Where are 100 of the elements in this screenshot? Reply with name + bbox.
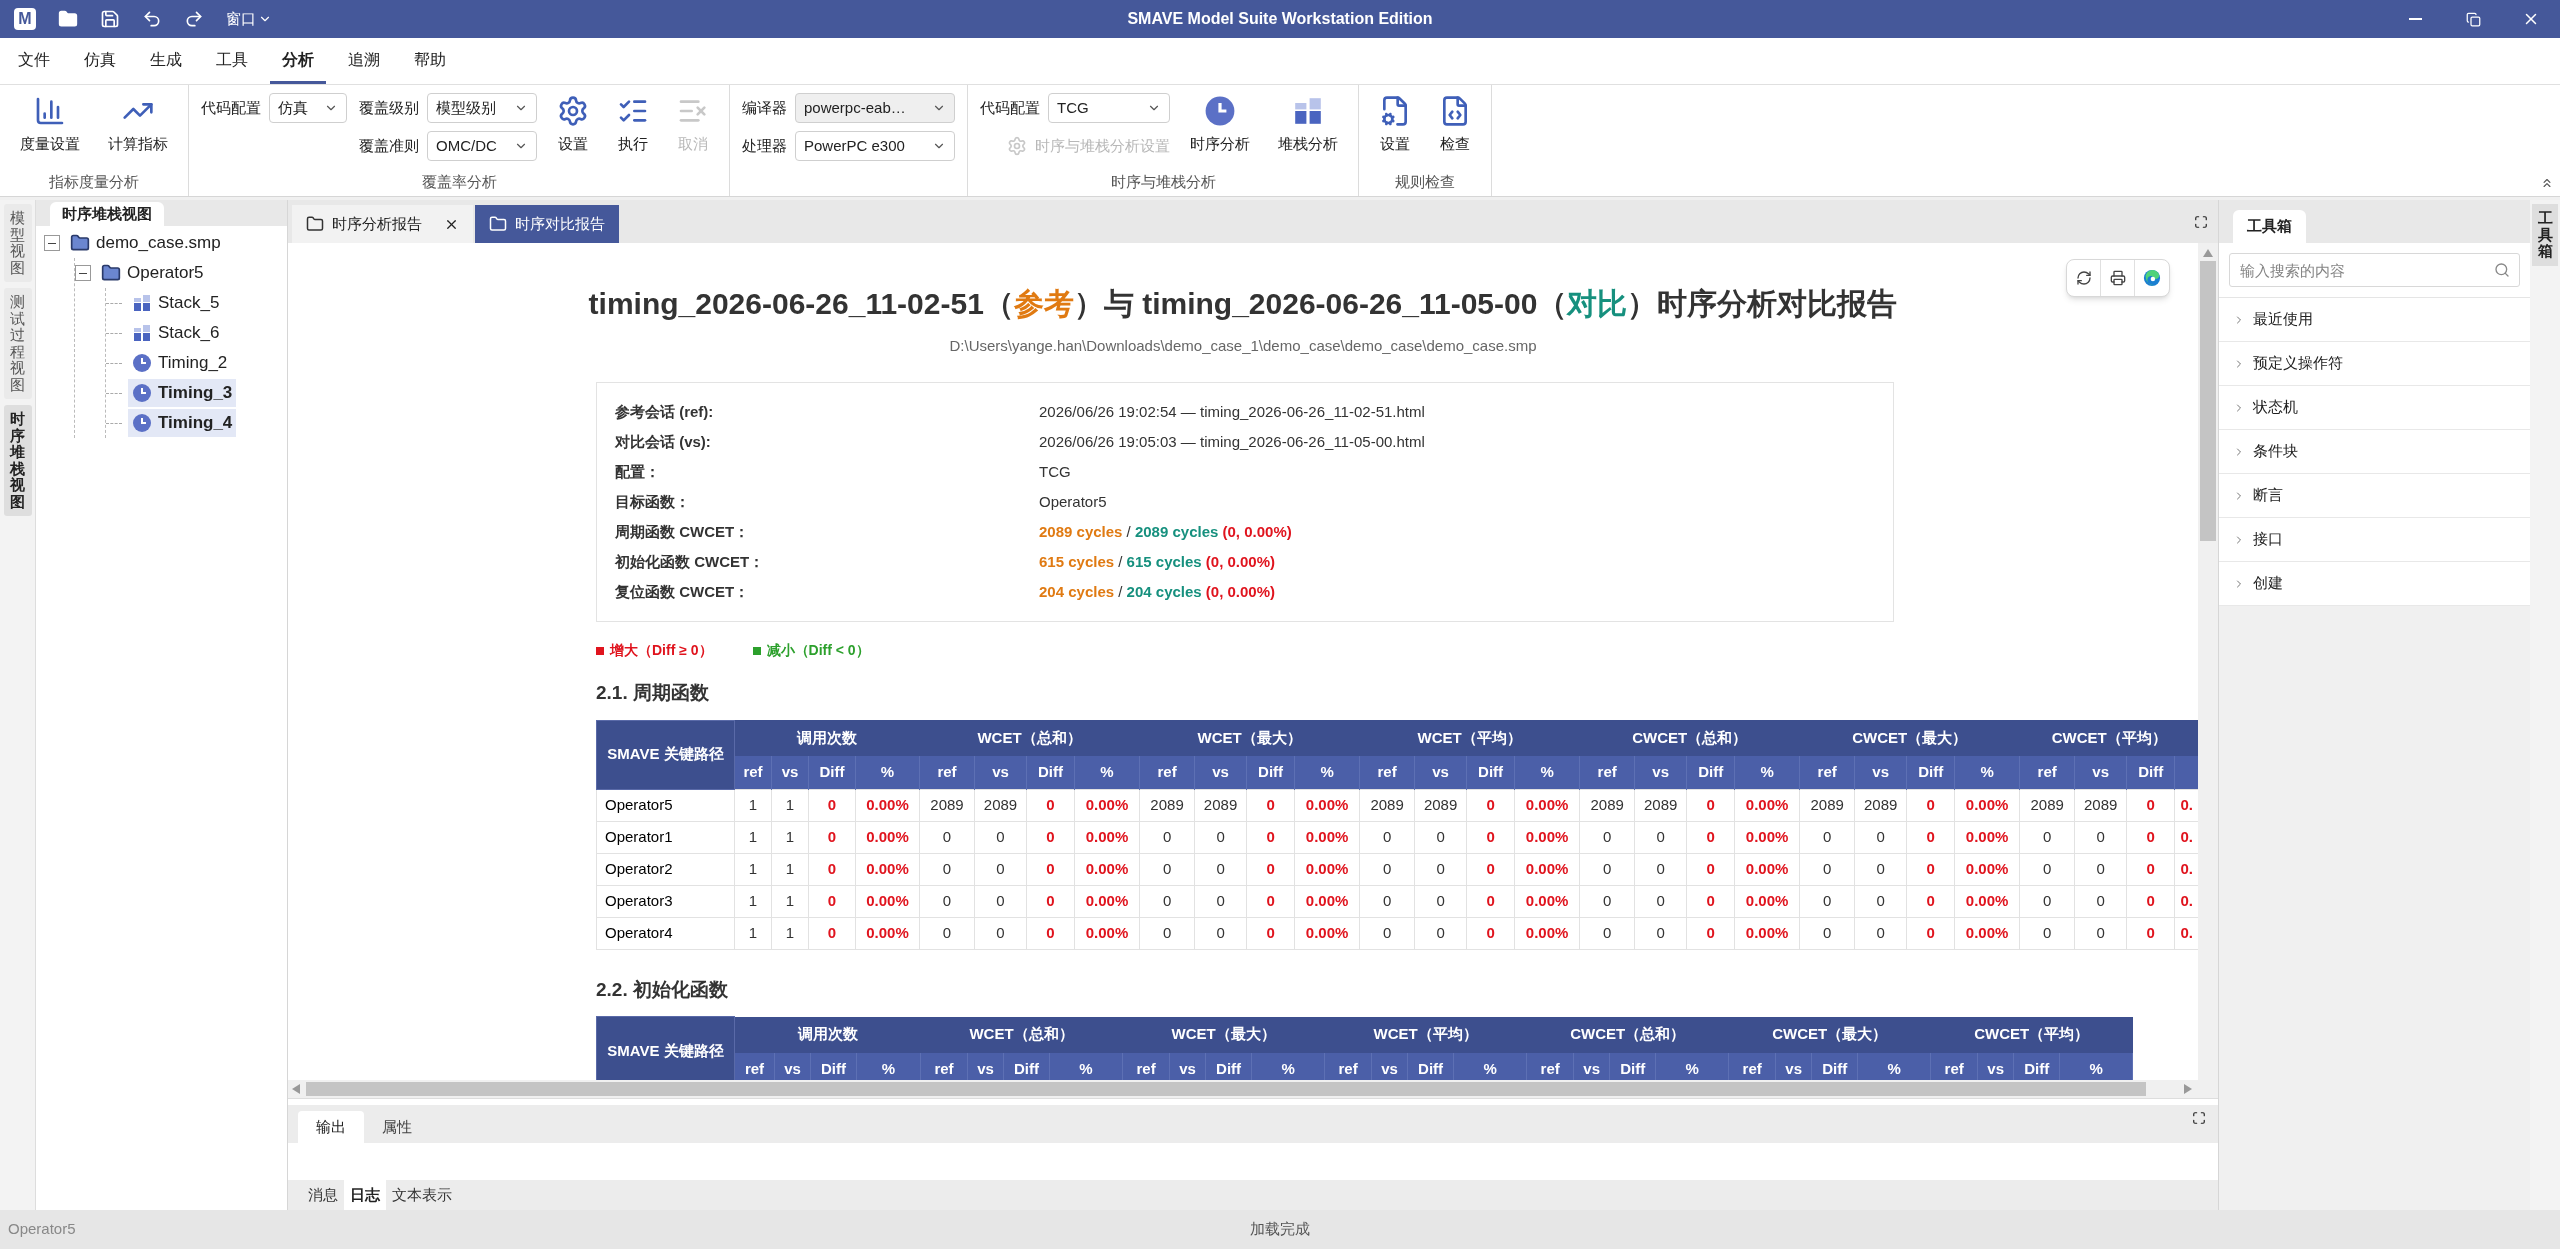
menu-tab[interactable]: 工具 — [204, 38, 260, 84]
scrollbar-thumb[interactable] — [306, 1082, 2146, 1096]
table-cell: 0 — [1359, 885, 1415, 917]
table-cell: 0 — [1414, 917, 1467, 949]
menu-tab[interactable]: 生成 — [138, 38, 194, 84]
maximize-icon[interactable] — [2192, 1111, 2206, 1125]
table-cell: 0 — [2019, 885, 2075, 917]
window-menu[interactable]: 窗口 — [226, 7, 272, 31]
table-cell: 0 — [1466, 885, 1515, 917]
ribbon-button[interactable]: 检查 — [1431, 93, 1479, 156]
dropdown[interactable]: 仿真 — [269, 93, 347, 123]
table-cell: 0 — [919, 885, 975, 917]
group-label: 覆盖率分析 — [421, 171, 497, 192]
column-group-header: CWCET（总和） — [1579, 720, 1800, 756]
table-cell: 0.00% — [1954, 885, 2020, 917]
panel-tab[interactable]: 工具箱 — [2233, 210, 2306, 243]
tree-item[interactable]: Stack_6 — [128, 319, 224, 347]
tree-item[interactable]: Timing_3 — [128, 379, 237, 407]
document-tab[interactable]: 时序分析报告 — [292, 205, 473, 243]
table-cell: 0 — [808, 821, 856, 853]
group-label: 规则检查 — [1395, 171, 1455, 192]
table-cell: 0.00% — [1074, 853, 1140, 885]
dropdown[interactable]: PowerPC e300 — [795, 131, 955, 161]
expander-icon[interactable] — [44, 235, 60, 251]
search-field[interactable]: 输入搜索的内容 — [2229, 253, 2520, 287]
table-cell: 2089 — [974, 789, 1027, 821]
table-cell: 0 — [1359, 917, 1415, 949]
panel-tab[interactable]: 属性 — [364, 1111, 430, 1143]
table-cell: 0 — [1026, 917, 1075, 949]
menu-tab[interactable]: 文件 — [6, 38, 62, 84]
panel-tab[interactable]: 时序堆栈视图 — [50, 202, 164, 226]
vertical-scrollbar[interactable] — [2198, 243, 2218, 1080]
collapse-ribbon-icon[interactable] — [2540, 176, 2554, 190]
info-value: TCG — [1039, 461, 1072, 482]
side-tab[interactable]: 工具箱 — [2532, 204, 2558, 266]
column-header: vs — [771, 756, 809, 789]
printer-icon — [2109, 270, 2126, 286]
table-cell: 2089 — [1359, 789, 1415, 821]
ribbon-button[interactable]: 时序分析 — [1182, 93, 1258, 156]
dropdown[interactable]: 模型级别 — [427, 93, 537, 123]
side-tab[interactable]: 模型视图 — [3, 204, 32, 282]
table-cell: 1 — [734, 885, 772, 917]
panel-tab[interactable]: 输出 — [298, 1111, 364, 1143]
menu-tab[interactable]: 帮助 — [402, 38, 458, 84]
column-group-header: CWCET（最大） — [1728, 1016, 1931, 1053]
table-cell: 2089 — [2019, 789, 2075, 821]
tree-item[interactable]: Operator5 — [97, 259, 208, 287]
table-cell: 0.00% — [1514, 885, 1580, 917]
side-tab[interactable]: 时序堆栈视图 — [3, 405, 32, 516]
table-cell: 0 — [1139, 885, 1195, 917]
menu-tab[interactable]: 仿真 — [72, 38, 128, 84]
ribbon-button[interactable]: 堆栈分析 — [1270, 93, 1346, 156]
table-cell: 0 — [1854, 917, 1907, 949]
column-header: Diff — [1906, 756, 1955, 789]
ribbon-button[interactable]: 执行 — [609, 93, 657, 156]
dropdown[interactable]: TCG — [1048, 93, 1170, 123]
undo-icon[interactable] — [142, 9, 162, 29]
table-cell: 0 — [1194, 853, 1247, 885]
clock-icon — [132, 383, 152, 403]
output-tab[interactable]: 消息 — [302, 1180, 344, 1210]
table-cell: 0.00% — [1734, 821, 1800, 853]
ribbon-button[interactable]: 设置 — [549, 93, 597, 156]
folder-icon[interactable] — [58, 9, 78, 29]
maximize-icon[interactable] — [2194, 215, 2208, 229]
table-cell: 0 — [1579, 917, 1635, 949]
tree-item[interactable]: demo_case.smp — [66, 229, 225, 257]
horizontal-scrollbar[interactable] — [288, 1080, 2218, 1098]
table-cell: 1 — [734, 821, 772, 853]
stack-chart-icon — [1292, 95, 1324, 127]
table-cell: 0 — [1246, 917, 1295, 949]
column-header: % — [1049, 1052, 1123, 1080]
scrollbar-thumb[interactable] — [2200, 261, 2216, 541]
dropdown[interactable]: OMC/DC — [427, 131, 537, 161]
table-cell: 0 — [1026, 853, 1075, 885]
output-tab[interactable]: 日志 — [344, 1180, 386, 1210]
document-tab[interactable]: 时序对比报告 — [475, 205, 619, 243]
redo-icon[interactable] — [184, 9, 204, 29]
table-cell: 0.00% — [1954, 853, 2020, 885]
ribbon-button[interactable]: 设置 — [1371, 93, 1419, 156]
table-cell: 0.00% — [855, 917, 920, 949]
clock-icon — [1204, 95, 1236, 127]
tree-item[interactable]: Stack_5 — [128, 289, 224, 317]
stack-chart-icon — [132, 323, 152, 343]
table-cell: 0 — [2019, 853, 2075, 885]
column-header: vs — [1634, 756, 1687, 789]
expander-icon[interactable] — [75, 265, 91, 281]
save-icon[interactable] — [100, 9, 120, 29]
folder-icon — [101, 263, 121, 283]
output-tab[interactable]: 文本表示 — [386, 1180, 458, 1210]
table-cell: 0 — [1414, 853, 1467, 885]
tree-item[interactable]: Timing_4 — [128, 409, 237, 437]
menu-tab[interactable]: 追溯 — [336, 38, 392, 84]
ribbon-button[interactable]: 度量设置 — [12, 93, 88, 156]
info-label: 对比会话 (vs): — [615, 431, 712, 452]
table-cell: 1 — [734, 789, 772, 821]
tree-item[interactable]: Timing_2 — [128, 349, 232, 377]
table-cell: 0 — [1854, 853, 1907, 885]
ribbon-button[interactable]: 计算指标 — [100, 93, 176, 156]
table-cell: 0 — [1906, 853, 1955, 885]
side-tab[interactable]: 测试过程视图 — [3, 288, 32, 399]
